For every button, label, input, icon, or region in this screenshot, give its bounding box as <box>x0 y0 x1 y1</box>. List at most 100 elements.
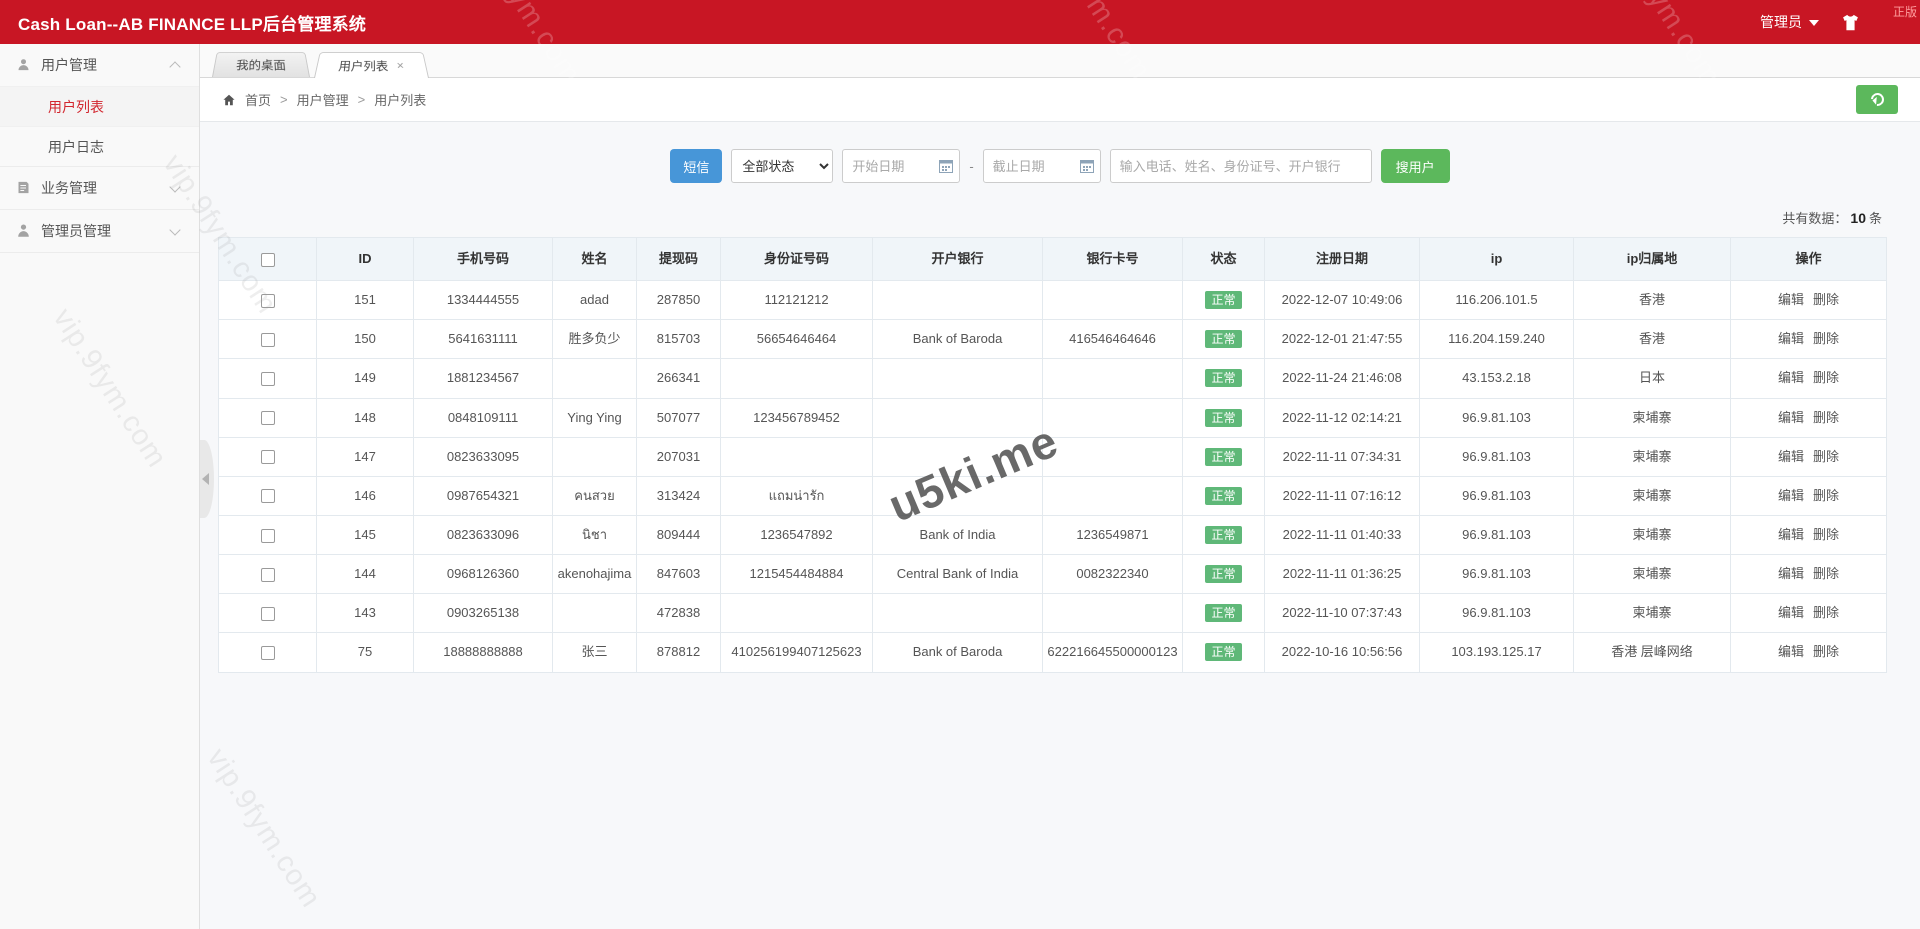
search-user-button[interactable]: 搜用户 <box>1381 149 1450 183</box>
start-date-input[interactable] <box>842 149 960 183</box>
row-actions: 编辑删除 <box>1778 525 1839 545</box>
cell-reg_date: 2022-12-01 21:47:55 <box>1265 320 1420 359</box>
cell-actions: 编辑删除 <box>1731 555 1887 594</box>
cell-card: 1236549871 <box>1043 515 1183 554</box>
sms-button[interactable]: 短信 <box>670 149 722 183</box>
status-filter-select[interactable]: 全部状态 <box>731 149 833 183</box>
row-checkbox[interactable] <box>261 646 275 660</box>
row-actions: 编辑删除 <box>1778 486 1839 506</box>
tab-我的桌面[interactable]: 我的桌面 <box>212 52 310 77</box>
delete-link[interactable]: 删除 <box>1813 525 1839 545</box>
cell-id_card: แถมน่ารัก <box>721 476 873 515</box>
delete-link[interactable]: 删除 <box>1813 603 1839 623</box>
end-date-input[interactable] <box>983 149 1101 183</box>
row-checkbox[interactable] <box>261 568 275 582</box>
delete-link[interactable]: 删除 <box>1813 408 1839 428</box>
cell-id_card: 410256199407125623 <box>721 633 873 672</box>
cell-status: 正常 <box>1183 320 1265 359</box>
theme-shirt-icon[interactable] <box>1841 14 1860 31</box>
delete-link[interactable]: 删除 <box>1813 368 1839 388</box>
cell-status: 正常 <box>1183 359 1265 398</box>
sidebar-item-用户列表[interactable]: 用户列表 <box>0 86 199 126</box>
row-checkbox[interactable] <box>261 489 275 503</box>
delete-link[interactable]: 删除 <box>1813 564 1839 584</box>
cell-select <box>219 476 317 515</box>
cell-id: 145 <box>317 515 414 554</box>
row-checkbox[interactable] <box>261 411 275 425</box>
sidebar-item-用户日志[interactable]: 用户日志 <box>0 126 199 166</box>
row-checkbox[interactable] <box>261 529 275 543</box>
sidebar-group-label: 用户管理 <box>41 55 171 75</box>
cell-ip_location: 柬埔寨 <box>1574 555 1731 594</box>
edit-link[interactable]: 编辑 <box>1778 564 1804 584</box>
cell-ip: 96.9.81.103 <box>1420 437 1574 476</box>
sidebar-group-业务管理[interactable]: 业务管理 <box>0 167 199 209</box>
col-header: 操作 <box>1731 238 1887 281</box>
status-badge: 正常 <box>1205 565 1241 583</box>
edit-link[interactable]: 编辑 <box>1778 603 1804 623</box>
cell-card <box>1043 476 1183 515</box>
row-checkbox[interactable] <box>261 607 275 621</box>
edit-link[interactable]: 编辑 <box>1778 486 1804 506</box>
col-header: 开户银行 <box>873 238 1043 281</box>
cell-bank <box>873 359 1043 398</box>
cell-reg_date: 2022-11-11 01:40:33 <box>1265 515 1420 554</box>
row-checkbox[interactable] <box>261 450 275 464</box>
table-header-row: ID手机号码姓名提现码身份证号码开户银行银行卡号状态注册日期ipip归属地操作 <box>219 238 1887 281</box>
tab-close-icon[interactable]: × <box>396 58 405 71</box>
edit-link[interactable]: 编辑 <box>1778 447 1804 467</box>
table-panel: 共有数据：10条 ID手机号码姓名提现码身份证号码开户银行银行卡号状态注册日期i… <box>218 198 1886 673</box>
cell-withdraw_code: 207031 <box>637 437 721 476</box>
col-header: 状态 <box>1183 238 1265 281</box>
sidebar-group-用户管理[interactable]: 用户管理 <box>0 44 199 86</box>
cell-select <box>219 320 317 359</box>
cell-name: adad <box>553 281 637 320</box>
sidebar-group: 用户管理用户列表用户日志 <box>0 44 199 167</box>
delete-link[interactable]: 删除 <box>1813 447 1839 467</box>
row-checkbox[interactable] <box>261 372 275 386</box>
admin-menu[interactable]: 管理员 <box>1760 12 1819 32</box>
sidebar: 用户管理用户列表用户日志业务管理管理员管理 <box>0 44 200 929</box>
status-badge: 正常 <box>1205 330 1241 348</box>
cell-name <box>553 359 637 398</box>
tab-用户列表[interactable]: 用户列表× <box>314 52 429 78</box>
cell-select <box>219 633 317 672</box>
cell-id: 144 <box>317 555 414 594</box>
row-actions: 编辑删除 <box>1778 408 1839 428</box>
breadcrumb-user-mgmt[interactable]: 用户管理 <box>297 90 349 109</box>
delete-link[interactable]: 删除 <box>1813 329 1839 349</box>
edit-link[interactable]: 编辑 <box>1778 642 1804 662</box>
cell-bank: Bank of India <box>873 515 1043 554</box>
cell-bank <box>873 594 1043 633</box>
sidebar-submenu: 用户列表用户日志 <box>0 86 199 166</box>
cell-select <box>219 359 317 398</box>
refresh-button[interactable] <box>1856 85 1898 114</box>
breadcrumb-home[interactable]: 首页 <box>245 90 271 109</box>
edit-link[interactable]: 编辑 <box>1778 525 1804 545</box>
breadcrumb-user-list[interactable]: 用户列表 <box>374 90 426 109</box>
edit-link[interactable]: 编辑 <box>1778 329 1804 349</box>
cell-select <box>219 398 317 437</box>
edit-link[interactable]: 编辑 <box>1778 368 1804 388</box>
row-checkbox[interactable] <box>261 294 275 308</box>
delete-link[interactable]: 删除 <box>1813 290 1839 310</box>
app-title: Cash Loan--AB FINANCE LLP后台管理系统 <box>18 10 366 35</box>
delete-link[interactable]: 删除 <box>1813 486 1839 506</box>
status-badge: 正常 <box>1205 369 1241 387</box>
cell-ip: 96.9.81.103 <box>1420 476 1574 515</box>
col-header: ID <box>317 238 414 281</box>
cell-card <box>1043 359 1183 398</box>
cell-reg_date: 2022-11-24 21:46:08 <box>1265 359 1420 398</box>
edit-link[interactable]: 编辑 <box>1778 408 1804 428</box>
table-row: 1460987654321คนสวย313424แถมน่ารัก正常2022-… <box>219 476 1887 515</box>
search-input[interactable] <box>1110 149 1372 183</box>
col-header: 银行卡号 <box>1043 238 1183 281</box>
select-all-checkbox[interactable] <box>261 253 275 267</box>
table-row: 1450823633096นิชา8094441236547892Bank of… <box>219 515 1887 554</box>
edit-link[interactable]: 编辑 <box>1778 290 1804 310</box>
sidebar-group-管理员管理[interactable]: 管理员管理 <box>0 210 199 252</box>
delete-link[interactable]: 删除 <box>1813 642 1839 662</box>
cell-withdraw_code: 266341 <box>637 359 721 398</box>
row-checkbox[interactable] <box>261 333 275 347</box>
col-header: ip <box>1420 238 1574 281</box>
